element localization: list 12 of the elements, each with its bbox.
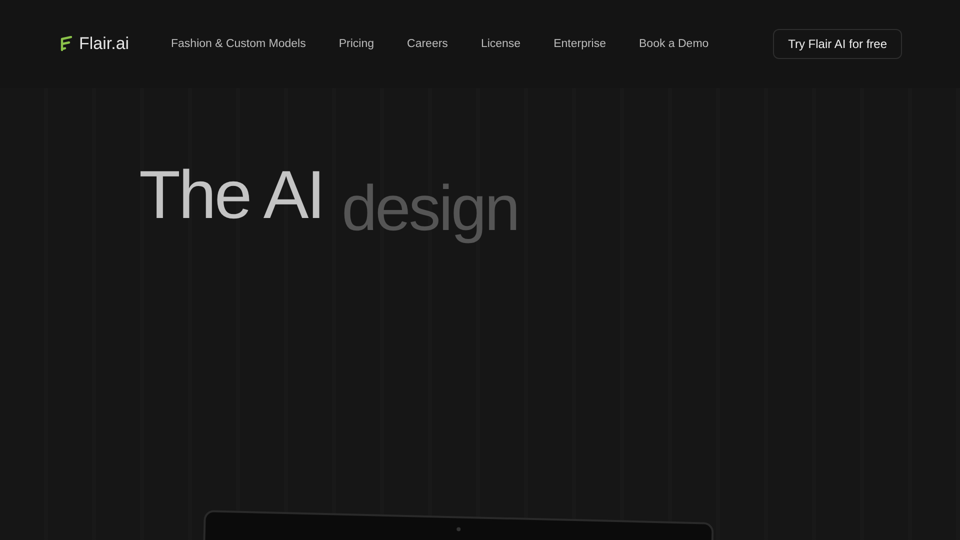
nav-link[interactable]: Pricing (338, 38, 374, 50)
headline-text: design (342, 172, 518, 244)
nav-link[interactable]: License (480, 38, 521, 50)
nav-link[interactable]: Fashion & Custom Models (171, 38, 306, 50)
brand-name[interactable]: Flair.ai (79, 34, 130, 54)
logo-icon (60, 36, 72, 52)
headline-text: The AI (139, 157, 324, 233)
try-free-button[interactable]: Try Flair AI for free (773, 29, 902, 59)
nav-link[interactable]: Book a Demo (639, 38, 709, 50)
nav-link[interactable]: Enterprise (554, 38, 606, 50)
camera-dot (456, 527, 461, 532)
nav-link[interactable]: Careers (407, 38, 448, 50)
